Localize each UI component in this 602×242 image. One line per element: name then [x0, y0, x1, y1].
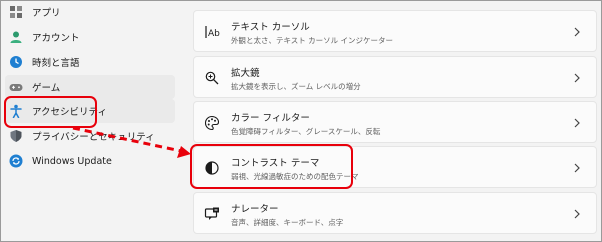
settings-window: アプリ アカウント 時刻と言語 ゲーム アクセシビリティ プライバシーとセキュリ…	[0, 0, 602, 242]
annotation-arrow	[72, 126, 191, 158]
